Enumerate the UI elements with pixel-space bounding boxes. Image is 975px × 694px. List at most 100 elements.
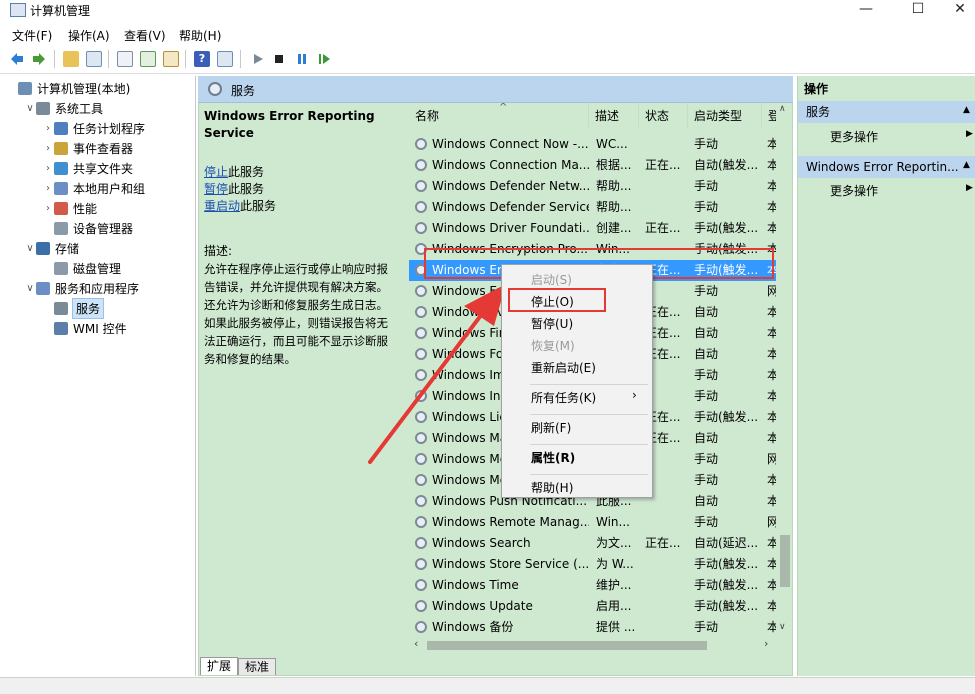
tree-item[interactable]: › 共享文件夹: [6, 158, 191, 178]
column-header-startup-type[interactable]: 启动类型: [688, 103, 762, 127]
service-row[interactable]: Windows Store Service (... 为 W... 手动(触发...…: [409, 554, 792, 575]
maximize-button[interactable]: ☐: [898, 0, 938, 20]
tree-node-icon: [18, 81, 32, 95]
scroll-down-icon[interactable]: ∨: [779, 622, 786, 632]
context-menu-item[interactable]: 所有任务(K): [531, 389, 596, 406]
tree-item[interactable]: › 性能: [6, 198, 191, 218]
service-gear-icon: [415, 201, 427, 213]
up-folder-icon[interactable]: [63, 51, 79, 67]
service-row[interactable]: Windows Update 启用... 手动(触发... 本: [409, 596, 792, 617]
more-actions-selected-service[interactable]: 更多操作: [830, 182, 878, 199]
tree-item[interactable]: ∨ 存储: [6, 238, 191, 258]
properties-icon[interactable]: [117, 51, 133, 67]
tree-item[interactable]: 服务: [6, 297, 191, 319]
context-menu-item[interactable]: 刷新(F): [531, 419, 571, 436]
tree-item[interactable]: › 任务计划程序: [6, 118, 191, 138]
horizontal-scrollbar-thumb[interactable]: [427, 641, 707, 650]
service-row[interactable]: Windows Remote Manag... Win... 手动网: [409, 512, 792, 533]
scroll-right-icon[interactable]: ›: [764, 637, 768, 650]
context-menu-item[interactable]: 暂停(U): [531, 315, 573, 332]
context-menu-item[interactable]: 属性(R): [531, 449, 575, 466]
show-hide-action-pane-icon[interactable]: [217, 51, 233, 67]
tree-item[interactable]: ∨ 服务和应用程序: [6, 278, 191, 298]
pause-service-icon[interactable]: [294, 51, 310, 67]
restart-service-link[interactable]: 重启动: [204, 199, 240, 213]
submenu-arrow-icon: ▶: [966, 183, 973, 193]
service-row[interactable]: Windows 备份 提供 ... 手动本: [409, 617, 792, 638]
actions-title: 操作: [804, 82, 829, 96]
stop-service-icon[interactable]: [271, 51, 287, 67]
menu-action[interactable]: 操作(A): [68, 27, 110, 44]
start-service-icon[interactable]: [250, 51, 266, 67]
pause-service-link-row: 暂停此服务: [204, 181, 399, 198]
column-header-description[interactable]: 描述: [589, 103, 639, 127]
service-start: 手动(触发...: [694, 557, 759, 571]
close-button[interactable]: ✕: [945, 0, 975, 20]
service-status: 正在...: [645, 536, 681, 550]
pause-service-link[interactable]: 暂停: [204, 182, 228, 196]
tree-node-icon: [54, 121, 68, 135]
tree-item-label: 事件查看器: [73, 141, 134, 156]
tree-item[interactable]: WMI 控件: [6, 318, 191, 338]
service-start: 自动: [694, 305, 719, 319]
tree-item[interactable]: 计算机管理(本地): [6, 78, 191, 98]
tree-item[interactable]: › 事件查看器: [6, 138, 191, 158]
menu-file[interactable]: 文件(F): [12, 27, 52, 44]
tree-item[interactable]: 设备管理器: [6, 218, 191, 238]
service-row[interactable]: Windows Connection Ma... 根据... 正在... 自动(触发.…: [409, 155, 792, 176]
help-icon[interactable]: ?: [194, 51, 210, 67]
tree-item[interactable]: 磁盘管理: [6, 258, 191, 278]
back-arrow-icon[interactable]: [9, 51, 25, 67]
expand-right-icon[interactable]: ›: [42, 123, 54, 134]
service-row[interactable]: Windows Driver Foundati... 创建... 正在... 手动(触…: [409, 218, 792, 239]
forward-arrow-icon[interactable]: [31, 51, 47, 67]
expand-right-icon[interactable]: ›: [42, 183, 54, 194]
service-start: 自动: [694, 326, 719, 340]
context-menu-item[interactable]: 帮助(H): [531, 479, 573, 496]
restart-service-link-suffix: 此服务: [240, 199, 277, 213]
expand-down-icon[interactable]: ∨: [24, 243, 36, 254]
tree-item[interactable]: ∨ 系统工具: [6, 98, 191, 118]
expand-right-icon[interactable]: ›: [42, 143, 54, 154]
toolbar-divider: [240, 50, 241, 68]
service-name: Windows Connection Ma...: [432, 158, 589, 172]
vertical-scrollbar-thumb[interactable]: [780, 535, 790, 587]
service-desc: 维护...: [596, 578, 632, 592]
menu-help[interactable]: 帮助(H): [179, 27, 221, 44]
scroll-left-icon[interactable]: ‹: [414, 637, 418, 650]
actions-section-services[interactable]: 服务: [798, 101, 975, 123]
tree-item[interactable]: › 本地用户和组: [6, 178, 191, 198]
export-list-icon[interactable]: [163, 51, 179, 67]
tree-item-label: 系统工具: [55, 101, 104, 116]
actions-section-selected-service-label: Windows Error Reportin...: [806, 160, 959, 174]
console-tree-icon[interactable]: [86, 51, 102, 67]
service-row[interactable]: Windows Defender Service 帮助... 手动本: [409, 197, 792, 218]
tab-extended[interactable]: 扩展: [200, 657, 238, 675]
context-menu-item[interactable]: 重新启动(E): [531, 359, 596, 376]
service-start: 手动(触发...: [694, 221, 759, 235]
service-start: 自动: [694, 347, 719, 361]
service-gear-icon: [415, 621, 427, 633]
more-actions-services[interactable]: 更多操作: [830, 128, 878, 145]
expand-right-icon[interactable]: ›: [42, 163, 54, 174]
minimize-button[interactable]: —: [846, 0, 886, 20]
collapse-up-icon[interactable]: ▲: [963, 105, 970, 115]
expand-right-icon[interactable]: ›: [42, 203, 54, 214]
service-row[interactable]: Windows Connect Now -... WC... 手动本: [409, 134, 792, 155]
column-header-status[interactable]: 状态: [639, 103, 688, 127]
tab-standard[interactable]: 标准: [238, 658, 276, 675]
collapse-up-icon[interactable]: ▲: [963, 160, 970, 170]
refresh-icon[interactable]: [140, 51, 156, 67]
service-row[interactable]: Windows Time 维护... 手动(触发... 本: [409, 575, 792, 596]
service-row[interactable]: Windows Search 为文... 正在... 自动(延迟... 本: [409, 533, 792, 554]
service-row[interactable]: Windows Defender Netw... 帮助... 手动本: [409, 176, 792, 197]
scroll-up-icon[interactable]: ∧: [779, 104, 786, 114]
stop-service-link[interactable]: 停止: [204, 165, 228, 179]
expand-down-icon[interactable]: ∨: [24, 103, 36, 114]
expand-down-icon[interactable]: ∨: [24, 283, 36, 294]
restart-service-icon[interactable]: [316, 51, 332, 67]
actions-section-selected-service[interactable]: Windows Error Reportin...: [798, 156, 975, 178]
menu-view[interactable]: 查看(V): [124, 27, 166, 44]
service-name: Windows Defender Netw...: [432, 179, 589, 193]
service-desc: 帮助...: [596, 200, 632, 214]
